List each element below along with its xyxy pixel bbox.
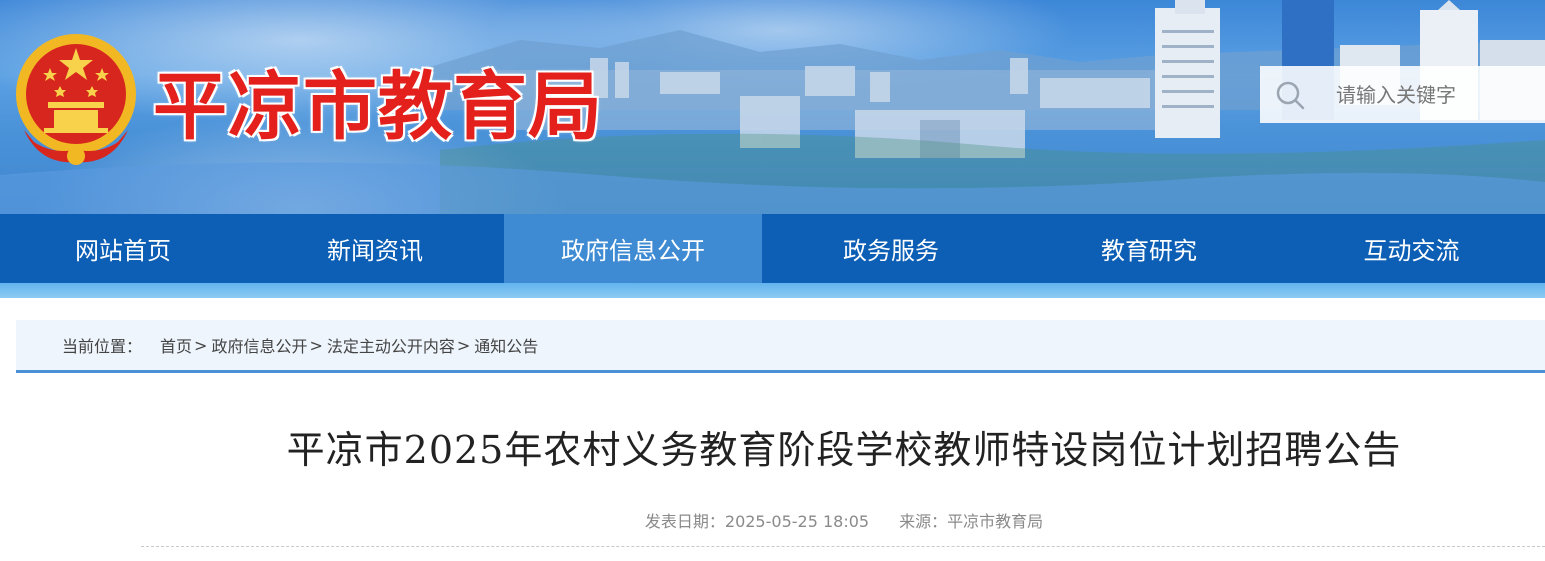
nav-item-interaction[interactable]: 互动交流 (1278, 214, 1545, 283)
date-label: 发表日期： (644, 512, 725, 531)
breadcrumb-link-gov-info[interactable]: 政府信息公开 (211, 333, 307, 357)
breadcrumb-separator: > (194, 335, 208, 355)
header-divider (141, 546, 1545, 547)
nav-item-news[interactable]: 新闻资讯 (246, 214, 504, 283)
nav-item-home[interactable]: 网站首页 (0, 214, 246, 283)
breadcrumb-link-home[interactable]: 首页 (160, 333, 192, 357)
nav-item-services[interactable]: 政务服务 (762, 214, 1020, 283)
article-meta: 发表日期：2025-05-25 18:05 来源：平凉市教育局 (0, 508, 1545, 532)
source-label: 来源： (899, 512, 948, 531)
source-value: 平凉市教育局 (947, 512, 1044, 531)
breadcrumb-separator: > (309, 335, 323, 355)
article-title: 平凉市2025年农村义务教育阶段学校教师特设岗位计划招聘公告 (286, 428, 1402, 472)
search-box (1260, 66, 1545, 123)
breadcrumb: 当前位置： 首页 > 政府信息公开 > 法定主动公开内容 > 通知公告 (16, 320, 1545, 373)
national-emblem-icon (16, 34, 136, 165)
search-icon[interactable] (1260, 66, 1320, 123)
main-nav: 网站首页 新闻资讯 政府信息公开 政务服务 教育研究 互动交流 (0, 214, 1545, 283)
site-banner: 平凉市教育局 (0, 0, 1545, 214)
breadcrumb-link-statutory[interactable]: 法定主动公开内容 (327, 333, 455, 357)
search-input[interactable] (1320, 81, 1520, 108)
breadcrumb-link-notices[interactable]: 通知公告 (474, 333, 538, 357)
publish-date: 2025-05-25 18:05 (724, 512, 870, 531)
nav-decoration-strip (0, 283, 1545, 298)
nav-item-gov-info[interactable]: 政府信息公开 (504, 214, 762, 283)
breadcrumb-separator: > (456, 335, 471, 355)
breadcrumb-label: 当前位置： (62, 337, 143, 356)
nav-item-research[interactable]: 教育研究 (1020, 214, 1278, 283)
site-title: 平凉市教育局 (152, 63, 603, 151)
